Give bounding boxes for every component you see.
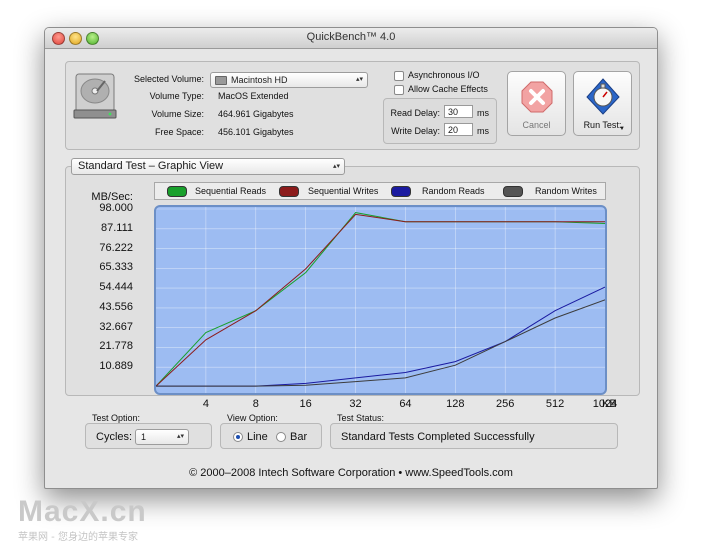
chart-legend: Sequential Reads Sequential Writes Rando… — [154, 182, 606, 200]
volume-size-value: 464.961 Gigabytes — [218, 109, 294, 119]
view-mode-value: Standard Test – Graphic View — [78, 160, 224, 172]
stop-icon — [521, 81, 553, 113]
legend-swatch-random-reads — [391, 186, 411, 197]
x-tick-label: 4 — [202, 398, 209, 410]
volume-select-value: Macintosh HD — [231, 75, 288, 85]
run-test-button[interactable]: Run Test: ▼ — [573, 71, 632, 136]
watermark: MacX.cn 苹果网 - 您身边的苹果专家 — [18, 495, 147, 544]
volume-size-label: Volume Size: — [151, 109, 204, 119]
menu-arrow-icon: ▼ — [619, 126, 625, 132]
x-tick-label: 512 — [545, 398, 565, 410]
legend-swatch-random-writes — [503, 186, 523, 197]
write-delay-input[interactable]: 20 — [444, 123, 473, 136]
series-line-random-reads — [156, 286, 605, 387]
test-status-label: Test Status: — [337, 413, 385, 423]
line-chart — [156, 207, 605, 393]
bar-radio-label: Bar — [290, 431, 308, 443]
series-line-sequential-writes — [156, 213, 605, 387]
legend-random-reads: Random Reads — [422, 186, 485, 196]
updown-arrows-icon: ▴▾ — [355, 76, 363, 83]
volume-select[interactable]: Macintosh HD ▴▾ — [210, 72, 368, 88]
test-status-value: Standard Tests Completed Successfully — [341, 431, 535, 443]
updown-arrows-icon: ▴▾ — [332, 163, 340, 170]
y-tick-label: 87.111 — [100, 221, 133, 234]
async-io-label: Asynchronous I/O — [408, 70, 480, 80]
x-tick-label: 128 — [446, 398, 465, 410]
watermark-brand: MacX.cn — [18, 495, 147, 528]
y-tick-label: 43.556 — [99, 300, 133, 313]
cache-effects-label: Allow Cache Effects — [408, 84, 488, 94]
view-mode-select[interactable]: Standard Test – Graphic View ▴▾ — [71, 158, 345, 175]
y-tick-label: 65.333 — [99, 261, 133, 274]
cycles-value: 1 — [141, 432, 147, 442]
series-line-sequential-reads — [156, 212, 605, 387]
read-delay-unit: ms — [477, 108, 489, 118]
volume-disk-icon — [215, 76, 227, 85]
quickbench-window: QuickBench™ 4.0 Selected Volume: Macinto… — [44, 27, 658, 489]
selected-volume-label: Selected Volume: — [133, 74, 204, 84]
read-delay-input[interactable]: 30 — [444, 105, 473, 118]
write-delay-unit: ms — [477, 126, 489, 136]
cancel-label: Cancel — [522, 120, 551, 130]
plot-area — [154, 205, 607, 395]
legend-swatch-sequential-reads — [167, 186, 187, 197]
x-tick-label: 16 — [299, 398, 312, 410]
cycles-select[interactable]: 1 ▴▾ — [135, 429, 189, 445]
y-tick-label: 21.778 — [99, 340, 133, 353]
view-option-label: View Option: — [227, 413, 278, 423]
legend-sequential-reads: Sequential Reads — [195, 186, 267, 196]
copyright-footer: © 2000–2008 Intech Software Corporation … — [189, 467, 513, 479]
x-tick-label: 8 — [252, 398, 259, 410]
x-tick-label: 256 — [496, 398, 515, 410]
legend-sequential-writes: Sequential Writes — [308, 186, 379, 196]
x-tick-label: 32 — [349, 398, 362, 410]
x-axis-unit: KB — [602, 398, 617, 410]
window-title: QuickBench™ 4.0 — [306, 31, 396, 43]
read-delay-label: Read Delay: — [390, 108, 440, 118]
x-tick-label: 64 — [399, 398, 412, 410]
line-radio[interactable] — [233, 432, 243, 442]
delay-panel — [383, 98, 497, 144]
free-space-label: Free Space: — [154, 127, 204, 137]
y-tick-label: 32.667 — [99, 320, 133, 333]
cancel-button[interactable]: Cancel — [507, 71, 566, 136]
free-space-value: 456.101 Gigabytes — [218, 127, 294, 137]
async-io-checkbox[interactable] — [394, 71, 404, 81]
volume-type-value: MacOS Extended — [218, 91, 289, 101]
legend-swatch-sequential-writes — [279, 186, 299, 197]
bar-radio[interactable] — [276, 432, 286, 442]
updown-arrows-icon: ▴▾ — [176, 433, 184, 440]
test-option-label: Test Option: — [92, 413, 141, 423]
legend-random-writes: Random Writes — [535, 186, 597, 196]
series-line-random-writes — [156, 299, 605, 387]
y-tick-label: 10.889 — [99, 360, 133, 373]
watermark-tagline: 苹果网 - 您身边的苹果专家 — [18, 532, 138, 543]
volume-type-label: Volume Type: — [149, 91, 204, 101]
title-bar: QuickBench™ 4.0 — [45, 28, 657, 49]
y-tick-label: 98.000 — [99, 202, 133, 214]
stopwatch-icon — [586, 78, 620, 115]
cache-effects-checkbox[interactable] — [394, 85, 404, 95]
y-tick-label: 76.222 — [99, 241, 133, 254]
line-radio-label: Line — [247, 431, 268, 443]
cycles-label: Cycles: — [96, 431, 133, 443]
write-delay-label: Write Delay: — [391, 126, 440, 136]
y-tick-label: 54.444 — [99, 281, 133, 294]
